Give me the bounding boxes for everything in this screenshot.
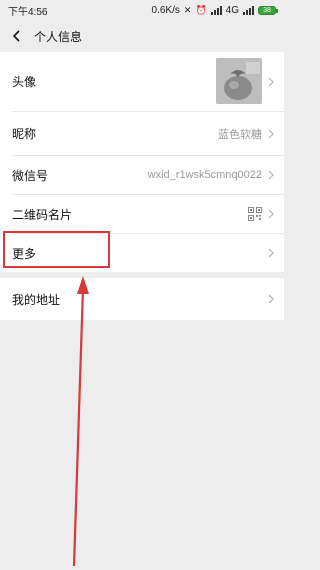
address-list: 我的地址 (0, 278, 284, 320)
qr-code-icon (248, 207, 262, 221)
row-address[interactable]: 我的地址 (0, 278, 284, 320)
network-speed: 0.6K/s (151, 4, 180, 16)
row-more-label: 更多 (12, 246, 37, 261)
signal-icon (210, 5, 222, 15)
row-avatar[interactable]: 头像 (0, 52, 284, 111)
page-title: 个人信息 (34, 29, 83, 44)
row-avatar-label: 头像 (12, 75, 37, 89)
row-more[interactable]: 更多 (0, 234, 284, 272)
chevron-right-icon (267, 129, 275, 139)
row-wechat-id-label: 微信号 (12, 168, 49, 183)
chevron-right-icon (267, 294, 275, 304)
row-wechat-id[interactable]: 微信号 wxid_r1wsk5cmnq0022 (0, 156, 284, 194)
profile-info-list: 头像 昵称 蓝色软糖 微信号 wxid_r1wsk5cmnq0022 二维码名片… (0, 52, 284, 272)
status-time: 下午4:56 (8, 6, 48, 18)
chevron-right-icon (267, 170, 275, 180)
chevron-right-icon (267, 248, 275, 258)
chevron-right-icon (267, 209, 275, 219)
nickname-value: 蓝色软糖 (218, 128, 262, 141)
row-qr-card[interactable]: 二维码名片 (0, 195, 284, 233)
avatar[interactable] (216, 58, 262, 104)
status-bar: 下午4:56 0.6K/s ✕ ⏰ 4G 38 (0, 0, 284, 20)
title-bar: 个人信息 (0, 20, 284, 52)
row-qr-card-label: 二维码名片 (12, 207, 73, 222)
chevron-right-icon (267, 77, 275, 87)
signal-icon-secondary (243, 5, 254, 15)
row-nickname[interactable]: 昵称 蓝色软糖 (0, 112, 284, 155)
row-address-label: 我的地址 (12, 292, 61, 307)
status-indicators: 0.6K/s ✕ ⏰ 4G 38 (151, 4, 278, 16)
battery-icon: 38 (258, 5, 278, 15)
alarm-icon: ⏰ (195, 4, 207, 15)
wechat-id-value: wxid_r1wsk5cmnq0022 (147, 169, 262, 181)
row-nickname-label: 昵称 (12, 127, 37, 141)
network-type: 4G (225, 4, 239, 16)
mute-icon: ✕ (183, 4, 192, 15)
back-arrow-icon[interactable] (8, 28, 24, 44)
